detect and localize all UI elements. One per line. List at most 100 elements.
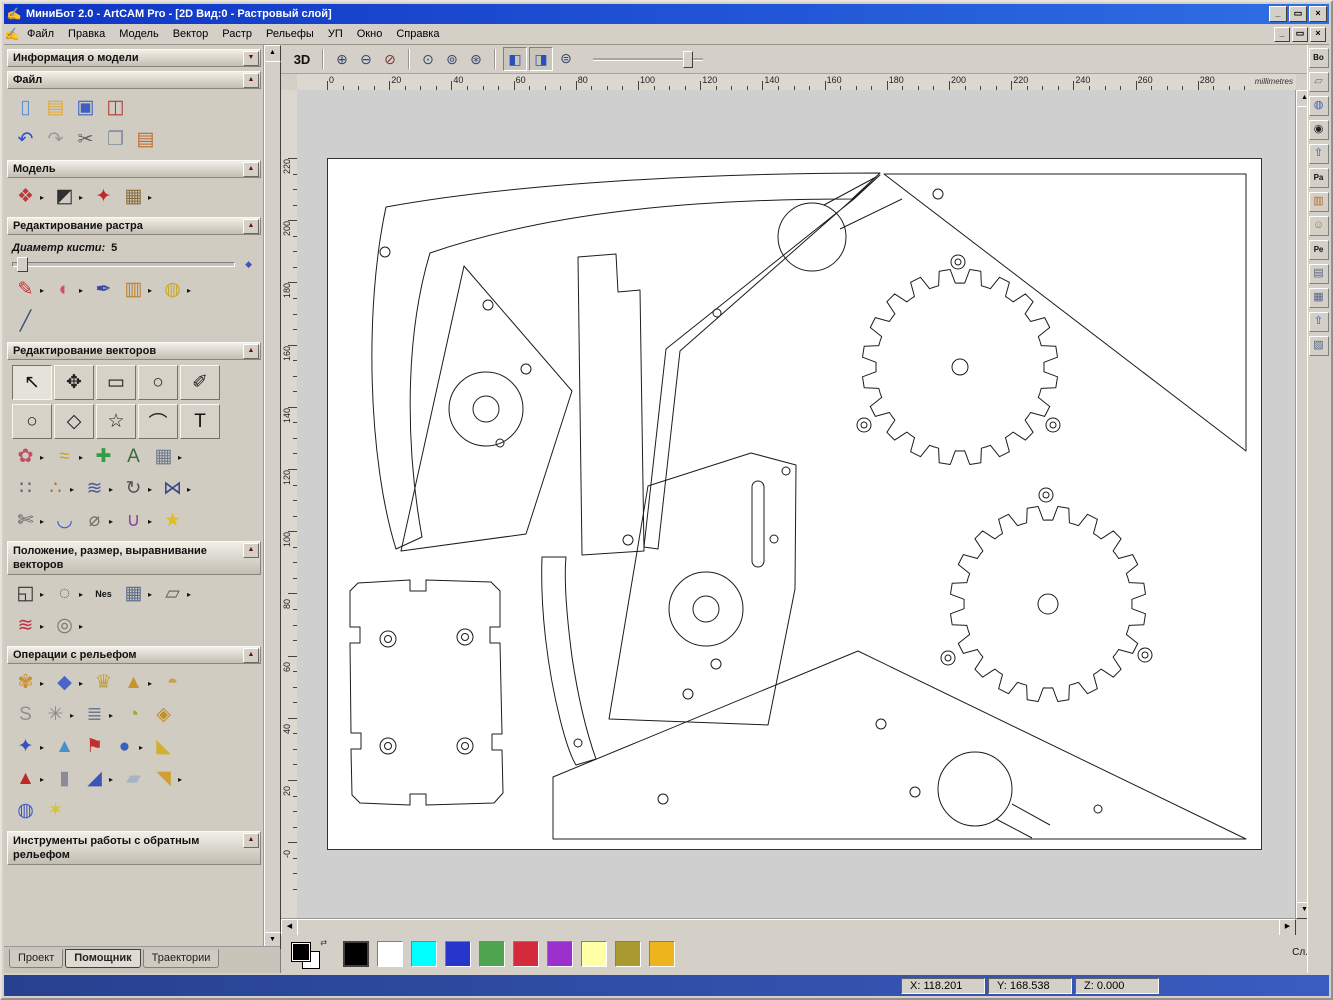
toggle-vector-layer-icon[interactable]: ◨: [529, 47, 553, 71]
new-model-icon[interactable]: ▯: [12, 95, 39, 121]
column-shape-icon[interactable]: ▮: [51, 766, 78, 792]
bell-shape-icon[interactable]: ▲: [120, 670, 147, 696]
palette-swatch-white[interactable]: [377, 941, 403, 967]
collapse-inverse-button[interactable]: ▲: [243, 833, 259, 848]
zoom-out-icon[interactable]: ⊖: [355, 48, 377, 70]
dock-relief-button[interactable]: Ре: [1309, 240, 1329, 260]
zoom-previous-icon[interactable]: ⊜: [555, 47, 577, 69]
mdi-minimize-button[interactable]: _: [1274, 27, 1290, 42]
block-rotate-icon-flyout[interactable]: ▸: [148, 485, 156, 494]
dock-raster-button[interactable]: Ра: [1309, 168, 1329, 188]
align-objects-icon-flyout[interactable]: ▸: [187, 590, 195, 599]
collapse-position-button[interactable]: ▲: [243, 543, 259, 558]
horizontal-scrollbar[interactable]: ◀ ▶: [281, 918, 1296, 935]
weave-wizard-icon[interactable]: ✳: [42, 702, 69, 728]
swap-colours-icon[interactable]: ⇄: [320, 938, 327, 947]
shape-editor-icon[interactable]: ♛: [90, 670, 117, 696]
rotate-copies-icon[interactable]: ◌: [51, 581, 78, 607]
envelope-distort-icon-flyout[interactable]: ▸: [178, 453, 186, 462]
palette-swatch-olive[interactable]: [615, 941, 641, 967]
magic-texture-icon[interactable]: ◍: [159, 277, 186, 303]
sculpt-relief-icon[interactable]: ✾: [12, 670, 39, 696]
tab-Проект[interactable]: Проект: [9, 949, 63, 968]
zoom-page-icon[interactable]: ⊚: [441, 48, 463, 70]
palette-swatch-black[interactable]: [343, 941, 369, 967]
star-tool[interactable]: ☆: [96, 404, 136, 439]
export-model-icon[interactable]: ◫: [102, 95, 129, 121]
adjust-model-icon[interactable]: ◩: [51, 184, 78, 210]
fit-curve-icon[interactable]: ≈: [51, 444, 78, 470]
turn-relief-icon-flyout[interactable]: ▸: [139, 743, 147, 752]
toggle-bitmap-layer-icon[interactable]: ◧: [503, 47, 527, 71]
position-size-icon-flyout[interactable]: ▸: [40, 590, 48, 599]
text-on-curve-icon[interactable]: A: [120, 444, 147, 470]
relief-lighting-icon[interactable]: ✦: [90, 184, 117, 210]
lock-relief-icon[interactable]: ◈: [150, 702, 177, 728]
turn-relief-icon[interactable]: ●: [111, 734, 138, 760]
menu-item-Вектор[interactable]: Вектор: [166, 26, 216, 42]
mdi-restore-button[interactable]: ▭: [1292, 27, 1308, 42]
measure-icon-flyout[interactable]: ▸: [109, 517, 117, 526]
section-header-raster[interactable]: Редактирование растра ▲: [7, 217, 261, 235]
collapse-file-button[interactable]: ▲: [243, 73, 259, 88]
smooth-eraser-icon[interactable]: ▰: [120, 766, 147, 792]
collapse-raster-button[interactable]: ▲: [243, 219, 259, 234]
menu-item-Файл[interactable]: Файл: [20, 26, 61, 42]
sculpt-relief-icon-flyout[interactable]: ▸: [40, 679, 48, 688]
dome-shape-icon[interactable]: ◓: [159, 670, 186, 696]
transform-vectors-tool[interactable]: ✥: [54, 365, 94, 400]
brush-diameter-slider[interactable]: ◆: [12, 256, 252, 272]
collapse-relief-button[interactable]: ▲: [243, 648, 259, 663]
smooth-relief-icon[interactable]: ◆: [51, 670, 78, 696]
section-header-relief[interactable]: Операции с рельефом ▲: [7, 646, 261, 664]
zoom-slider[interactable]: [593, 50, 703, 68]
trim-vectors-icon-flyout[interactable]: ▸: [40, 517, 48, 526]
ramp-shape-icon[interactable]: ◥: [150, 766, 177, 792]
create-star-icon[interactable]: ★: [159, 508, 186, 534]
trim-vectors-icon[interactable]: ✄: [12, 508, 39, 534]
assistant-scrollbar[interactable]: ▲ ▼: [263, 45, 280, 949]
isolate-relief-icon[interactable]: ▲: [12, 766, 39, 792]
palette-swatch-cyan[interactable]: [411, 941, 437, 967]
fit-curve-icon-flyout[interactable]: ▸: [79, 453, 87, 462]
scroll-up-icon[interactable]: ▲: [264, 45, 281, 62]
copy-along-vector-icon[interactable]: ∴: [42, 476, 69, 502]
sweep-profile-icon[interactable]: S: [12, 702, 39, 728]
offset-vectors-icon-flyout[interactable]: ▸: [40, 453, 48, 462]
menu-item-Рельефы[interactable]: Рельефы: [259, 26, 321, 42]
zoom-objects-icon[interactable]: ⊛: [465, 48, 487, 70]
dock-user-icon[interactable]: ☺: [1309, 216, 1329, 236]
section-header-file[interactable]: Файл ▲: [7, 71, 261, 89]
assistant-scrollbar-thumb[interactable]: [264, 61, 281, 933]
align-vectors-icon-flyout[interactable]: ▸: [148, 590, 156, 599]
copy-along-vector-icon-flyout[interactable]: ▸: [70, 485, 78, 494]
section-header-vectors[interactable]: Редактирование векторов ▲: [7, 342, 261, 360]
fillet-tool-icon[interactable]: ◡: [51, 508, 78, 534]
brush-slider-handle[interactable]: [17, 257, 28, 272]
zoom-100-icon[interactable]: ⊙: [417, 48, 439, 70]
envelope-distort-icon[interactable]: ▦: [150, 444, 177, 470]
horizontal-scrollbar-thumb[interactable]: [297, 919, 1280, 936]
two-rail-sweep-icon[interactable]: ◣: [150, 734, 177, 760]
ellipse-tool[interactable]: ○: [12, 404, 52, 439]
adjust-model-icon-flyout[interactable]: ▸: [79, 193, 87, 202]
texture-relief-icon[interactable]: ✦: [12, 734, 39, 760]
brush-slider-groove[interactable]: [12, 262, 235, 267]
scroll-left-icon[interactable]: ◀: [281, 919, 298, 936]
polygon-tool[interactable]: ◇: [54, 404, 94, 439]
paint-brush-icon-flyout[interactable]: ▸: [40, 286, 48, 295]
ramp-shape-icon-flyout[interactable]: ▸: [178, 775, 186, 784]
zoom-slider-handle[interactable]: [683, 51, 693, 68]
palette-swatch-green[interactable]: [479, 941, 505, 967]
undo-icon[interactable]: ↶: [12, 127, 39, 153]
texture-relief-icon-flyout[interactable]: ▸: [40, 743, 48, 752]
colour-palette-icon-flyout[interactable]: ▸: [148, 286, 156, 295]
block-rotate-icon[interactable]: ↻: [120, 476, 147, 502]
draw-line-icon[interactable]: ╱: [12, 309, 39, 335]
palette-swatch-blue[interactable]: [445, 941, 471, 967]
menu-item-Окно[interactable]: Окно: [350, 26, 390, 42]
primary-secondary-colour-indicator[interactable]: ⇄: [291, 938, 327, 970]
colour-palette-icon[interactable]: ▥: [120, 277, 147, 303]
polyline-tool[interactable]: ✐: [180, 365, 220, 400]
dock-export-icon[interactable]: ⇧: [1309, 312, 1329, 332]
